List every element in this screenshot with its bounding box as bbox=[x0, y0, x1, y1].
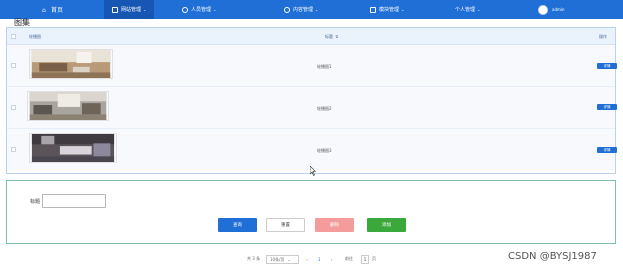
page-size-select[interactable]: 10条/页 ⌄ bbox=[266, 255, 299, 264]
user-icon bbox=[182, 6, 188, 13]
select-all-checkbox[interactable] bbox=[11, 34, 16, 39]
nav-home[interactable]: ⌂ 首页 bbox=[42, 0, 63, 19]
chevron-down-icon: ⌄ bbox=[315, 7, 319, 12]
nav-people-manage-label: 人员管理 bbox=[191, 7, 212, 13]
page-unit-label: 页 bbox=[372, 256, 376, 261]
chevron-down-icon: ⌄ bbox=[401, 7, 405, 12]
nav-module-manage-label: 模块管理 bbox=[379, 7, 400, 13]
column-header-image: 轮播图 bbox=[29, 33, 41, 39]
carousel-image bbox=[27, 91, 109, 121]
detail-button[interactable]: 详情 bbox=[597, 104, 617, 110]
column-header-title[interactable]: 标题 ⇅ bbox=[325, 28, 338, 45]
nav-personal-manage-label: 个人管理 bbox=[455, 7, 476, 13]
mouse-cursor-icon bbox=[310, 166, 316, 176]
monitor-icon bbox=[112, 6, 118, 13]
table-row: 轮播图3 详情 bbox=[7, 129, 617, 171]
nav-content-manage[interactable]: 内容管理 ⌄ bbox=[284, 0, 318, 19]
sort-icon: ⇅ bbox=[335, 34, 339, 39]
home-icon: ⌂ bbox=[42, 6, 46, 14]
detail-button[interactable]: 详情 bbox=[597, 147, 617, 153]
nav-site-manage-label: 网站管理 bbox=[121, 7, 142, 13]
nav-module-manage[interactable]: 模块管理 ⌄ bbox=[370, 0, 404, 19]
user-name[interactable]: admin bbox=[552, 0, 565, 19]
page-number-current[interactable]: 1 bbox=[318, 254, 321, 264]
delete-button[interactable]: 删除 bbox=[315, 218, 354, 232]
row-title: 轮播图1 bbox=[317, 64, 332, 69]
query-button[interactable]: 查询 bbox=[218, 218, 257, 232]
chevron-down-icon: ⌄ bbox=[287, 257, 291, 262]
row-checkbox[interactable] bbox=[11, 63, 16, 68]
nav-content-manage-label: 内容管理 bbox=[293, 7, 314, 13]
nav-personal-manage[interactable]: 个人管理 ⌄ bbox=[455, 0, 480, 19]
table-row: 轮播图2 详情 bbox=[7, 87, 617, 129]
nav-people-manage[interactable]: 人员管理 ⌄ bbox=[182, 0, 216, 19]
row-title: 轮播图2 bbox=[317, 106, 332, 111]
goto-label: 前往 bbox=[345, 256, 353, 261]
goto-page-input[interactable]: 1 bbox=[361, 255, 369, 264]
pager-total: 共 3 条 bbox=[247, 256, 261, 261]
chevron-down-icon: ⌄ bbox=[213, 7, 217, 12]
avatar[interactable] bbox=[538, 5, 548, 15]
title-field-label: 标题 bbox=[30, 199, 41, 205]
row-checkbox[interactable] bbox=[11, 147, 16, 152]
table-row: 轮播图1 详情 bbox=[7, 45, 617, 87]
carousel-image bbox=[29, 49, 113, 79]
column-header-title-label: 标题 bbox=[325, 33, 333, 39]
add-button[interactable]: 添加 bbox=[367, 218, 406, 232]
nav-home-label: 首页 bbox=[51, 7, 64, 14]
chevron-down-icon: ⌄ bbox=[477, 7, 481, 12]
prev-page-button[interactable]: ‹ bbox=[306, 254, 308, 264]
table-header: 轮播图 标题 ⇅ 操作 bbox=[7, 28, 615, 45]
chevron-down-icon: ⌄ bbox=[143, 7, 147, 12]
watermark-text: CSDN @BYSJ1987 bbox=[508, 251, 597, 262]
next-page-button[interactable]: › bbox=[331, 254, 333, 264]
row-checkbox[interactable] bbox=[11, 105, 16, 110]
search-panel bbox=[6, 180, 616, 244]
detail-button[interactable]: 详情 bbox=[597, 63, 617, 69]
row-title: 轮播图3 bbox=[317, 148, 332, 153]
reset-button[interactable]: 重置 bbox=[266, 218, 305, 232]
data-table: 轮播图 标题 ⇅ 操作 轮播图1 详情 轮播图2 详情 轮播图3 详情 bbox=[6, 27, 617, 174]
copy-icon bbox=[370, 6, 376, 13]
nav-site-manage[interactable]: 网站管理 ⌄ bbox=[104, 0, 155, 19]
carousel-image bbox=[29, 133, 117, 163]
chat-icon bbox=[284, 6, 290, 13]
page-size-value: 10条/页 bbox=[270, 256, 285, 262]
title-search-input[interactable] bbox=[42, 194, 106, 208]
column-header-action: 操作 bbox=[599, 33, 607, 39]
